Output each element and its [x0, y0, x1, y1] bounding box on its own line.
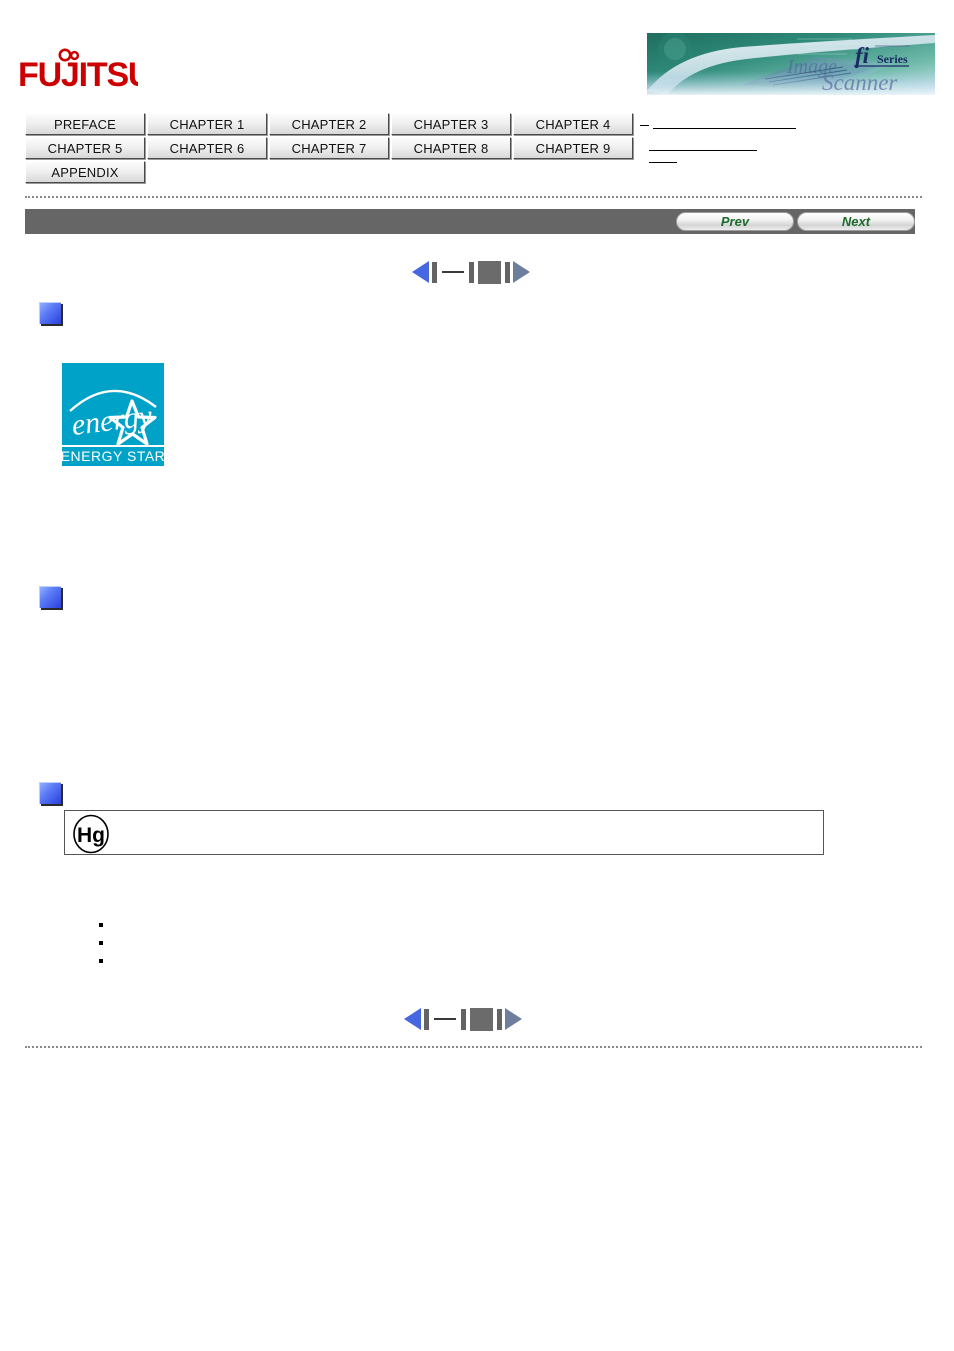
nav-current-marker[interactable] — [478, 260, 501, 284]
section-heading-bullet-3 — [39, 782, 61, 804]
nav-dash-icon — [442, 271, 464, 273]
separator-top — [25, 196, 922, 198]
tab-chapter-8[interactable]: CHAPTER 8 — [391, 137, 511, 159]
tab-chapter-3[interactable]: CHAPTER 3 — [391, 113, 511, 135]
svg-text:Scanner: Scanner — [822, 70, 898, 95]
separator-bottom — [25, 1046, 922, 1048]
nav-dash-icon — [434, 1018, 456, 1020]
nav-bar-separator-1 — [432, 261, 437, 283]
svg-text:Hg: Hg — [77, 824, 105, 847]
prev-next-toolbar: Prev Next — [25, 209, 915, 234]
svg-text:ENERGY STAR: ENERGY STAR — [62, 448, 164, 464]
triangle-left-icon[interactable] — [412, 261, 429, 283]
list-bullet-2 — [99, 941, 103, 945]
svg-text:fi: fi — [855, 43, 870, 68]
nav-bar-separator-2 — [469, 261, 474, 283]
list-bullet-1 — [99, 923, 103, 927]
page-navigation-top — [412, 259, 530, 285]
section-heading-bullet-2 — [39, 586, 61, 608]
nav-bar-separator-3 — [505, 261, 510, 283]
tab-chapter-1[interactable]: CHAPTER 1 — [147, 113, 267, 135]
tab-chapter-2[interactable]: CHAPTER 2 — [269, 113, 389, 135]
svg-text:FUJITSU: FUJITSU — [18, 56, 138, 92]
chapter-tab-navigation: PREFACE CHAPTER 1 CHAPTER 2 CHAPTER 3 CH… — [25, 113, 645, 185]
tab-chapter-9[interactable]: CHAPTER 9 — [513, 137, 633, 159]
nav-bar-separator-1 — [424, 1008, 429, 1030]
section-heading-bullet-1 — [39, 302, 61, 324]
nav-bar-separator-3 — [497, 1008, 502, 1030]
page-navigation-bottom — [404, 1006, 522, 1032]
tab-chapter-7[interactable]: CHAPTER 7 — [269, 137, 389, 159]
side-link-dash — [640, 124, 649, 126]
list-bullet-3 — [99, 959, 103, 963]
tab-row-2: CHAPTER 5 CHAPTER 6 CHAPTER 7 CHAPTER 8 … — [25, 137, 645, 159]
svg-text:Series: Series — [877, 52, 908, 66]
tab-preface[interactable]: PREFACE — [25, 113, 145, 135]
prev-button[interactable]: Prev — [676, 212, 794, 231]
tab-chapter-4[interactable]: CHAPTER 4 — [513, 113, 633, 135]
triangle-left-icon[interactable] — [404, 1008, 421, 1030]
tab-appendix[interactable]: APPENDIX — [25, 161, 145, 183]
side-link-3[interactable] — [649, 161, 677, 163]
nav-bar-separator-2 — [461, 1008, 466, 1030]
fujitsu-logo: FUJITSU — [18, 48, 152, 94]
next-button[interactable]: Next — [797, 212, 915, 231]
nav-current-marker[interactable] — [470, 1007, 493, 1031]
tab-chapter-6[interactable]: CHAPTER 6 — [147, 137, 267, 159]
hg-icon: Hg — [71, 814, 111, 854]
triangle-right-icon[interactable] — [505, 1008, 522, 1030]
side-link-2[interactable] — [649, 149, 757, 151]
tab-row-3: APPENDIX — [25, 161, 645, 183]
triangle-right-icon[interactable] — [513, 261, 530, 283]
side-link-1[interactable] — [653, 127, 796, 129]
tab-row-1: PREFACE CHAPTER 1 CHAPTER 2 CHAPTER 3 CH… — [25, 113, 645, 135]
mercury-notice-box: Hg — [64, 810, 824, 855]
energy-star-logo: energy ENERGY STAR — [61, 363, 165, 466]
tab-chapter-5[interactable]: CHAPTER 5 — [25, 137, 145, 159]
fi-series-banner-image: Image Scanner fi Series — [647, 33, 935, 95]
